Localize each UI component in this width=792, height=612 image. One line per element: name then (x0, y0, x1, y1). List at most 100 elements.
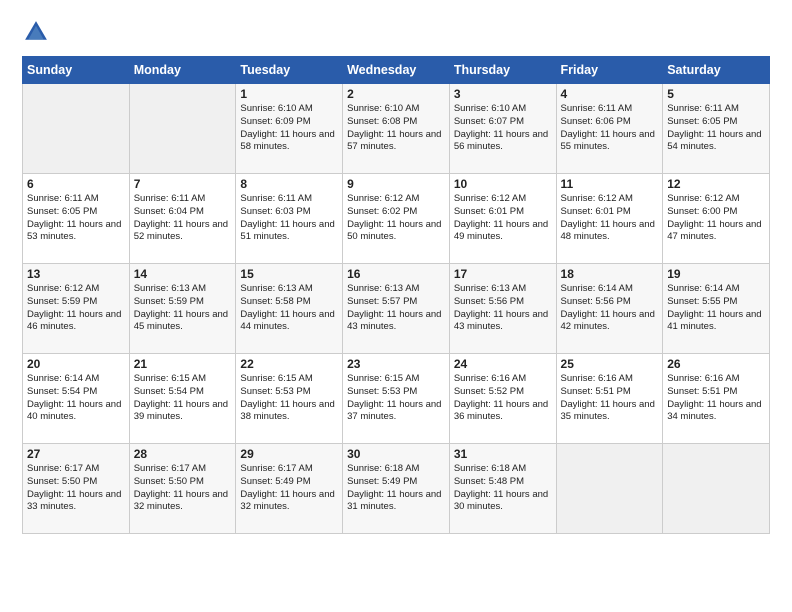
calendar-cell: 11 Sunrise: 6:12 AM Sunset: 6:01 PM Dayli… (556, 174, 663, 264)
day-number: 18 (561, 267, 659, 281)
weekday-header: Saturday (663, 57, 770, 84)
day-number: 5 (667, 87, 765, 101)
day-info: Sunrise: 6:17 AM Sunset: 5:49 PM Dayligh… (240, 463, 338, 514)
day-number: 20 (27, 357, 125, 371)
calendar-cell: 1 Sunrise: 6:10 AM Sunset: 6:09 PM Daylig… (236, 84, 343, 174)
calendar-cell: 20 Sunrise: 6:14 AM Sunset: 5:54 PM Dayli… (23, 354, 130, 444)
day-number: 27 (27, 447, 125, 461)
day-info: Sunrise: 6:10 AM Sunset: 6:07 PM Dayligh… (454, 103, 552, 154)
calendar-cell: 10Sunrise: 6:12 AM Sunset: 6:01 PM Dayli… (449, 174, 556, 264)
calendar-cell: 4 Sunrise: 6:11 AM Sunset: 6:06 PM Daylig… (556, 84, 663, 174)
calendar-cell: 28 Sunrise: 6:17 AM Sunset: 5:50 PM Dayli… (129, 444, 236, 534)
calendar-cell: 24 Sunrise: 6:16 AM Sunset: 5:52 PM Dayli… (449, 354, 556, 444)
day-info: Sunrise: 6:10 AM Sunset: 6:09 PM Dayligh… (240, 103, 338, 154)
day-info: Sunrise: 6:13 AM Sunset: 5:56 PM Dayligh… (454, 283, 552, 334)
calendar-cell: 17 Sunrise: 6:13 AM Sunset: 5:56 PM Dayli… (449, 264, 556, 354)
day-number: 28 (134, 447, 232, 461)
calendar-cell: 31 Sunrise: 6:18 AM Sunset: 5:48 PM Dayli… (449, 444, 556, 534)
day-number: 23 (347, 357, 445, 371)
day-number: 4 (561, 87, 659, 101)
day-info: Sunrise: 6:12 AM Sunset: 6:00 PM Dayligh… (667, 193, 765, 244)
calendar-week-row: 1 Sunrise: 6:10 AM Sunset: 6:09 PM Daylig… (23, 84, 770, 174)
day-number: 6 (27, 177, 125, 191)
weekday-header: Monday (129, 57, 236, 84)
day-number: 13 (27, 267, 125, 281)
calendar-cell: 2 Sunrise: 6:10 AM Sunset: 6:08 PM Daylig… (343, 84, 450, 174)
day-info: Sunrise: 6:16 AM Sunset: 5:51 PM Dayligh… (561, 373, 659, 424)
day-number: 12 (667, 177, 765, 191)
day-info: Sunrise: 6:16 AM Sunset: 5:52 PM Dayligh… (454, 373, 552, 424)
day-info: Sunrise: 6:16 AM Sunset: 5:51 PM Dayligh… (667, 373, 765, 424)
day-number: 29 (240, 447, 338, 461)
day-info: Sunrise: 6:13 AM Sunset: 5:58 PM Dayligh… (240, 283, 338, 334)
calendar-week-row: 13 Sunrise: 6:12 AM Sunset: 5:59 PM Dayli… (23, 264, 770, 354)
calendar-week-row: 27 Sunrise: 6:17 AM Sunset: 5:50 PM Dayli… (23, 444, 770, 534)
day-info: Sunrise: 6:11 AM Sunset: 6:05 PM Dayligh… (27, 193, 125, 244)
day-info: Sunrise: 6:15 AM Sunset: 5:53 PM Dayligh… (347, 373, 445, 424)
day-info: Sunrise: 6:12 AM Sunset: 5:59 PM Dayligh… (27, 283, 125, 334)
day-number: 26 (667, 357, 765, 371)
calendar-cell: 29 Sunrise: 6:17 AM Sunset: 5:49 PM Dayli… (236, 444, 343, 534)
day-number: 11 (561, 177, 659, 191)
calendar-cell (129, 84, 236, 174)
day-number: 25 (561, 357, 659, 371)
calendar-cell: 3 Sunrise: 6:10 AM Sunset: 6:07 PM Daylig… (449, 84, 556, 174)
day-number: 14 (134, 267, 232, 281)
day-number: 31 (454, 447, 552, 461)
calendar-cell: 26 Sunrise: 6:16 AM Sunset: 5:51 PM Dayli… (663, 354, 770, 444)
calendar-cell: 15 Sunrise: 6:13 AM Sunset: 5:58 PM Dayli… (236, 264, 343, 354)
day-number: 16 (347, 267, 445, 281)
calendar-table: SundayMondayTuesdayWednesdayThursdayFrid… (22, 56, 770, 534)
day-number: 24 (454, 357, 552, 371)
weekday-header: Wednesday (343, 57, 450, 84)
calendar-cell: 18 Sunrise: 6:14 AM Sunset: 5:56 PM Dayli… (556, 264, 663, 354)
calendar-cell: 25 Sunrise: 6:16 AM Sunset: 5:51 PM Dayli… (556, 354, 663, 444)
page: SundayMondayTuesdayWednesdayThursdayFrid… (0, 0, 792, 612)
calendar-cell: 30Sunrise: 6:18 AM Sunset: 5:49 PM Dayli… (343, 444, 450, 534)
calendar-cell (556, 444, 663, 534)
day-number: 3 (454, 87, 552, 101)
day-number: 21 (134, 357, 232, 371)
day-info: Sunrise: 6:15 AM Sunset: 5:53 PM Dayligh… (240, 373, 338, 424)
day-info: Sunrise: 6:14 AM Sunset: 5:54 PM Dayligh… (27, 373, 125, 424)
day-info: Sunrise: 6:10 AM Sunset: 6:08 PM Dayligh… (347, 103, 445, 154)
calendar-cell: 13 Sunrise: 6:12 AM Sunset: 5:59 PM Dayli… (23, 264, 130, 354)
logo-icon (22, 18, 50, 46)
day-info: Sunrise: 6:12 AM Sunset: 6:01 PM Dayligh… (561, 193, 659, 244)
day-number: 9 (347, 177, 445, 191)
day-number: 2 (347, 87, 445, 101)
day-info: Sunrise: 6:12 AM Sunset: 6:01 PM Dayligh… (454, 193, 552, 244)
calendar-cell (23, 84, 130, 174)
day-number: 8 (240, 177, 338, 191)
day-info: Sunrise: 6:18 AM Sunset: 5:48 PM Dayligh… (454, 463, 552, 514)
logo (22, 18, 54, 46)
calendar-week-row: 6 Sunrise: 6:11 AM Sunset: 6:05 PM Daylig… (23, 174, 770, 264)
day-info: Sunrise: 6:13 AM Sunset: 5:57 PM Dayligh… (347, 283, 445, 334)
day-number: 15 (240, 267, 338, 281)
header (22, 18, 770, 46)
day-number: 22 (240, 357, 338, 371)
weekday-header: Sunday (23, 57, 130, 84)
day-info: Sunrise: 6:11 AM Sunset: 6:05 PM Dayligh… (667, 103, 765, 154)
calendar-cell: 23 Sunrise: 6:15 AM Sunset: 5:53 PM Dayli… (343, 354, 450, 444)
day-number: 17 (454, 267, 552, 281)
day-number: 1 (240, 87, 338, 101)
weekday-header: Thursday (449, 57, 556, 84)
day-info: Sunrise: 6:11 AM Sunset: 6:06 PM Dayligh… (561, 103, 659, 154)
calendar-cell (663, 444, 770, 534)
weekday-header: Tuesday (236, 57, 343, 84)
day-number: 7 (134, 177, 232, 191)
day-info: Sunrise: 6:14 AM Sunset: 5:56 PM Dayligh… (561, 283, 659, 334)
calendar-cell: 16 Sunrise: 6:13 AM Sunset: 5:57 PM Dayli… (343, 264, 450, 354)
weekday-header-row: SundayMondayTuesdayWednesdayThursdayFrid… (23, 57, 770, 84)
day-info: Sunrise: 6:11 AM Sunset: 6:04 PM Dayligh… (134, 193, 232, 244)
day-info: Sunrise: 6:15 AM Sunset: 5:54 PM Dayligh… (134, 373, 232, 424)
day-info: Sunrise: 6:14 AM Sunset: 5:55 PM Dayligh… (667, 283, 765, 334)
day-info: Sunrise: 6:12 AM Sunset: 6:02 PM Dayligh… (347, 193, 445, 244)
day-number: 30 (347, 447, 445, 461)
calendar-cell: 27Sunrise: 6:17 AM Sunset: 5:50 PM Dayli… (23, 444, 130, 534)
calendar-cell: 21 Sunrise: 6:15 AM Sunset: 5:54 PM Dayli… (129, 354, 236, 444)
calendar-cell: 6 Sunrise: 6:11 AM Sunset: 6:05 PM Daylig… (23, 174, 130, 264)
day-info: Sunrise: 6:17 AM Sunset: 5:50 PM Dayligh… (134, 463, 232, 514)
day-info: Sunrise: 6:13 AM Sunset: 5:59 PM Dayligh… (134, 283, 232, 334)
